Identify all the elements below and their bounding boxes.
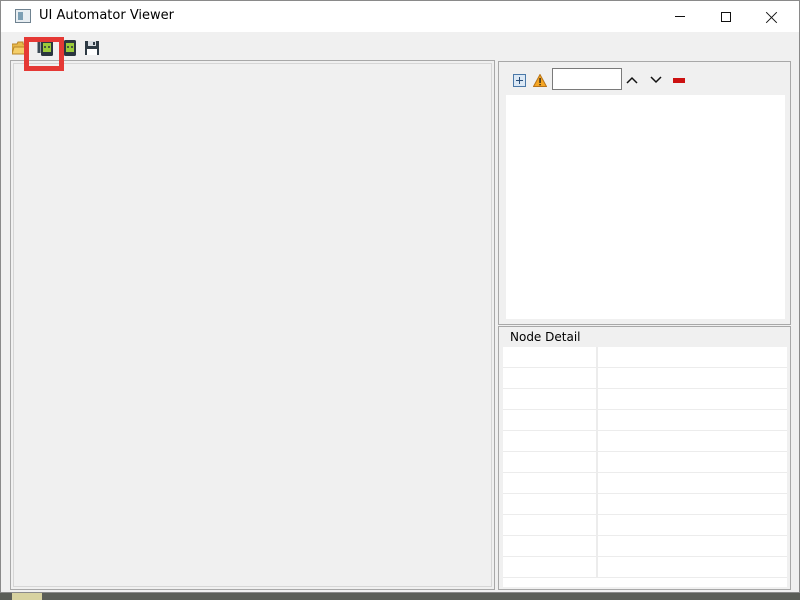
toggle-nafs-button[interactable] <box>532 70 548 90</box>
table-row[interactable] <box>503 410 787 431</box>
table-cell <box>503 431 598 452</box>
table-row[interactable] <box>503 389 787 410</box>
table-cell <box>503 347 598 368</box>
node-detail-title: Node Detail <box>510 330 581 344</box>
open-folder-icon <box>12 41 28 55</box>
title-bar[interactable]: UI Automator Viewer <box>1 1 799 32</box>
chevron-down-icon <box>650 76 662 84</box>
table-cell <box>503 494 598 515</box>
device-screenshot-icon <box>37 40 53 56</box>
table-row[interactable] <box>503 452 787 473</box>
table-row[interactable] <box>503 473 787 494</box>
table-cell <box>503 515 598 536</box>
minimize-icon <box>675 16 685 17</box>
chevron-up-icon <box>626 76 638 84</box>
table-cell <box>503 536 598 557</box>
close-icon <box>766 11 778 23</box>
table-row[interactable] <box>503 515 787 536</box>
expand-all-button[interactable] <box>512 70 526 90</box>
table-row[interactable] <box>503 368 787 389</box>
table-row[interactable] <box>503 557 787 578</box>
previous-result-button[interactable] <box>625 70 639 90</box>
maximize-icon <box>721 11 731 22</box>
table-cell <box>503 368 598 389</box>
app-window: UI Automator Viewer Node Detail <box>0 0 800 593</box>
save-icon <box>85 41 99 55</box>
table-row[interactable] <box>503 431 787 452</box>
table-cell <box>503 410 598 431</box>
clear-icon <box>673 77 685 83</box>
search-input[interactable] <box>552 68 622 90</box>
screenshot-pane[interactable] <box>10 60 495 590</box>
table-cell <box>503 557 598 578</box>
device-screenshot-button[interactable] <box>37 39 55 57</box>
hierarchy-panel <box>498 61 791 325</box>
table-cell <box>503 452 598 473</box>
minimize-button[interactable] <box>657 1 703 32</box>
device-screenshot-compressed-button[interactable] <box>61 39 79 57</box>
maximize-button[interactable] <box>703 1 749 32</box>
save-button[interactable] <box>83 39 101 57</box>
expand-all-icon <box>512 73 526 87</box>
table-row[interactable] <box>503 536 787 557</box>
window-title: UI Automator Viewer <box>39 8 175 23</box>
main-toolbar <box>1 32 799 60</box>
next-result-button[interactable] <box>649 70 663 90</box>
table-row[interactable] <box>503 494 787 515</box>
hierarchy-tree[interactable] <box>506 95 785 319</box>
node-detail-table[interactable] <box>503 347 787 587</box>
device-screenshot-compressed-icon <box>64 40 76 56</box>
table-cell <box>503 389 598 410</box>
open-button[interactable] <box>11 39 29 57</box>
table-cell <box>503 473 598 494</box>
clear-search-button[interactable] <box>673 70 685 90</box>
screenshot-canvas <box>13 63 492 587</box>
table-row[interactable] <box>503 347 787 368</box>
app-icon <box>15 9 31 23</box>
node-detail-panel: Node Detail <box>498 326 791 590</box>
warning-icon <box>533 73 547 87</box>
close-button[interactable] <box>749 1 795 32</box>
